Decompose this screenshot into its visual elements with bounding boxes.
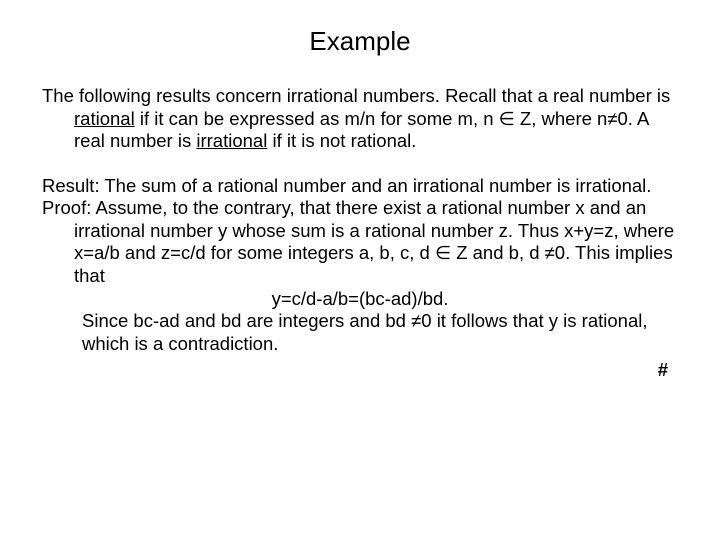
intro-text-post: if it is not rational.: [267, 130, 416, 151]
slide-body: The following results concern irrational…: [0, 85, 720, 382]
result-proof-block: Result: The sum of a rational number and…: [42, 175, 678, 382]
intro-text-pre: The following results concern irrational…: [42, 85, 670, 106]
proof-part1: Proof: Assume, to the contrary, that the…: [42, 197, 678, 287]
intro-paragraph: The following results concern irrational…: [42, 85, 678, 153]
proof-part2: Since bc-ad and bd are integers and bd ≠…: [42, 310, 678, 355]
result-line: Result: The sum of a rational number and…: [42, 175, 678, 198]
slide: Example The following results concern ir…: [0, 0, 720, 540]
slide-title: Example: [0, 0, 720, 85]
underline-irrational: irrational: [196, 130, 267, 151]
qed-mark: #: [42, 359, 678, 382]
equation-line: y=c/d-a/b=(bc-ad)/bd.: [42, 288, 678, 311]
underline-rational: rational: [74, 108, 135, 129]
